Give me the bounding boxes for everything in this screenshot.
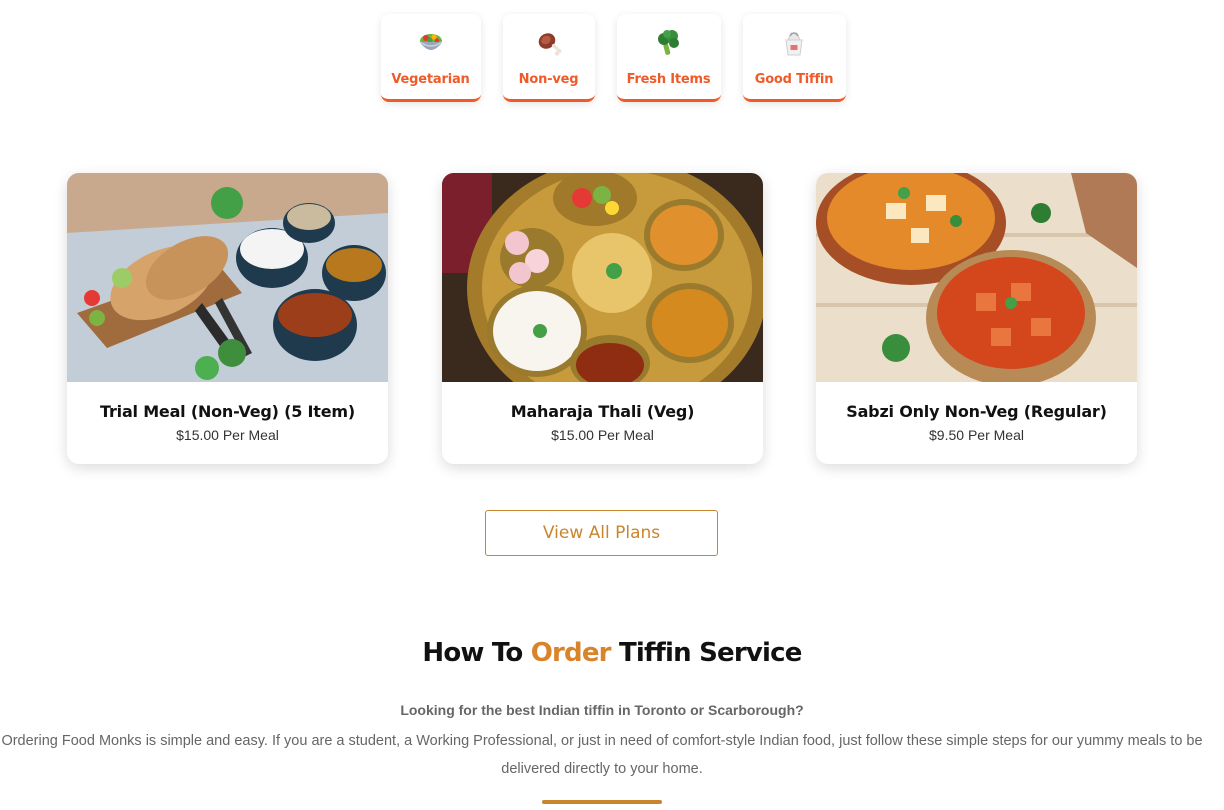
category-tab-non-veg[interactable]: Non-veg	[502, 14, 595, 102]
takeout-box-icon	[785, 32, 803, 56]
section-lead: Looking for the best Indian tiffin in To…	[400, 702, 804, 718]
plan-title: Sabzi Only Non-Veg (Regular)	[846, 402, 1107, 421]
plan-card-sabzi-non-veg[interactable]: Sabzi Only Non-Veg (Regular) $9.50 Per M…	[816, 173, 1137, 464]
title-suffix: Tiffin Service	[610, 638, 802, 668]
section-title: How To Order Tiffin Service	[0, 638, 1224, 668]
title-prefix: How To	[422, 638, 531, 668]
title-accent: Order	[530, 638, 612, 668]
plan-price: $9.50 Per Meal	[929, 427, 1024, 443]
plan-title: Trial Meal (Non-Veg) (5 Item)	[100, 402, 355, 421]
category-tab-good-tiffin[interactable]: Good Tiffin	[742, 14, 846, 102]
plan-price: $15.00 Per Meal	[176, 427, 279, 443]
plan-card-trial-meal[interactable]: Trial Meal (Non-Veg) (5 Item) $15.00 Per…	[67, 173, 388, 464]
category-label: Non-veg	[518, 72, 579, 87]
section-divider	[542, 800, 662, 804]
meat-on-bone-icon	[538, 33, 561, 56]
plan-image-tiffin-bowls	[67, 173, 388, 382]
category-tabs: Vegetarian Non-veg Fresh Items Good Tiff…	[0, 14, 1224, 102]
category-label: Vegetarian	[391, 72, 470, 87]
plan-image-paneer-curry	[816, 173, 1137, 382]
category-tab-vegetarian[interactable]: Vegetarian	[380, 14, 481, 102]
view-all-plans-button[interactable]: View All Plans	[485, 510, 718, 556]
category-label: Good Tiffin	[754, 72, 834, 87]
plan-title: Maharaja Thali (Veg)	[510, 402, 695, 421]
section-description: Ordering Food Monks is simple and easy. …	[1, 733, 1203, 777]
salad-bowl-icon	[419, 34, 442, 50]
plan-image-brass-thali	[442, 173, 763, 382]
plan-card-maharaja-thali[interactable]: Maharaja Thali (Veg) $15.00 Per Meal	[442, 173, 763, 464]
category-label: Fresh Items	[626, 72, 711, 87]
category-tab-fresh-items[interactable]: Fresh Items	[616, 14, 721, 102]
broccoli-icon	[657, 30, 679, 55]
plan-price: $15.00 Per Meal	[551, 427, 654, 443]
